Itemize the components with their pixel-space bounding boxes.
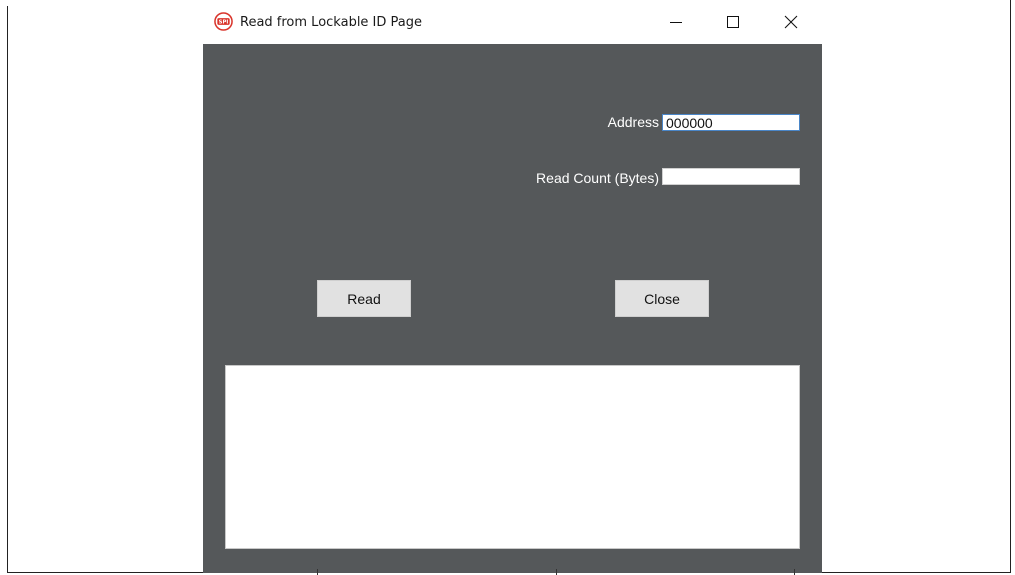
- svg-text:SPI: SPI: [219, 20, 229, 26]
- address-field[interactable]: [662, 114, 800, 131]
- maximize-button[interactable]: [711, 0, 755, 44]
- minimize-button[interactable]: [654, 0, 698, 44]
- dialog-window: SPI Read from Lockable ID Page Address R…: [203, 0, 822, 573]
- read-button[interactable]: Read: [317, 280, 411, 317]
- close-icon: [784, 15, 798, 29]
- divider-tick: [794, 569, 795, 575]
- close-button[interactable]: Close: [615, 280, 709, 317]
- read-count-field[interactable]: [662, 168, 800, 185]
- close-window-button[interactable]: [769, 0, 813, 44]
- output-area[interactable]: [225, 365, 800, 549]
- spi-app-icon: SPI: [214, 12, 233, 31]
- divider-tick: [556, 569, 557, 575]
- divider-tick: [317, 569, 318, 575]
- read-count-label: Read Count (Bytes): [536, 170, 659, 186]
- window-title: Read from Lockable ID Page: [240, 15, 423, 30]
- address-label: Address: [607, 114, 659, 130]
- maximize-icon: [727, 16, 739, 28]
- title-bar[interactable]: SPI Read from Lockable ID Page: [203, 0, 822, 44]
- minimize-icon: [670, 22, 682, 23]
